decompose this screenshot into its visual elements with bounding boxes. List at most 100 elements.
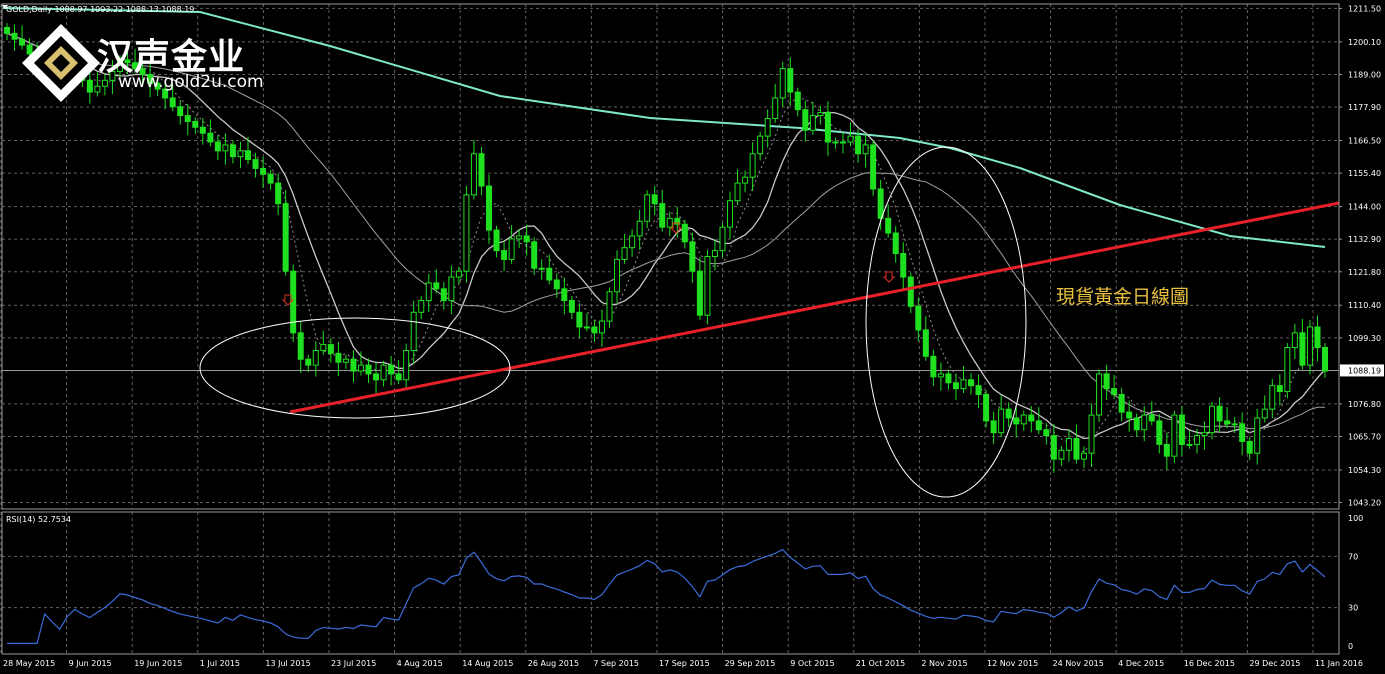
candle-body-up	[832, 141, 839, 144]
candle-body-down	[1224, 420, 1231, 425]
candle-body-down	[794, 91, 801, 111]
candle-body-down	[245, 150, 252, 161]
candle-body-down	[365, 364, 372, 375]
candle-body-down	[440, 288, 447, 302]
candle-body-down	[1118, 393, 1125, 413]
candle-body-up	[629, 235, 636, 249]
date-tick-label: 7 Sep 2015	[593, 659, 639, 668]
candle-body-down	[907, 276, 914, 307]
price-tick-label: 1211.50	[1348, 4, 1381, 13]
candle-body-down	[1133, 417, 1140, 431]
candle-body-down	[1148, 414, 1155, 422]
moving-average-dashed	[6, 32, 1326, 453]
candle-body-up	[598, 320, 605, 334]
candle-body-up	[742, 176, 749, 184]
candle-body-down	[184, 115, 191, 122]
candle-body-up	[1209, 405, 1216, 434]
candle-body-down	[478, 153, 485, 187]
candle-body-down	[260, 167, 267, 175]
candle-body-down	[192, 120, 199, 128]
rsi-tick-label: 100	[1348, 514, 1363, 523]
candle-body-down	[11, 32, 18, 40]
candle-body-down	[305, 358, 312, 366]
candle-body-down	[787, 68, 794, 93]
date-tick-label: 23 Jul 2015	[331, 659, 376, 668]
ma-dashed-line	[6, 32, 1326, 453]
candle-body-up	[772, 97, 779, 120]
candle-body-up	[1058, 449, 1065, 460]
rsi-line	[7, 548, 1326, 645]
candle-body-down	[267, 173, 274, 184]
candle-body-up	[636, 220, 643, 237]
candle-body-down	[169, 97, 176, 108]
candle-body-down	[1050, 435, 1057, 460]
candle-body-up	[538, 267, 545, 270]
candle-body-down	[561, 288, 568, 302]
date-tick-label: 9 Oct 2015	[790, 659, 834, 668]
candle-body-down	[1028, 414, 1035, 422]
candle-body-up	[418, 300, 425, 313]
candle-body-down	[1111, 388, 1118, 395]
rsi-series	[7, 548, 1326, 645]
candle-body-up	[222, 144, 229, 152]
date-tick-label: 29 Dec 2015	[1249, 659, 1300, 668]
candle-body-down	[395, 373, 402, 381]
date-tick-label: 9 Jun 2015	[69, 659, 112, 668]
candle-body-up	[1201, 432, 1208, 437]
date-tick-label: 21 Oct 2015	[856, 659, 905, 668]
candle-body-up	[448, 276, 455, 302]
candle-body-up	[749, 153, 756, 178]
candle-body-down	[659, 203, 666, 228]
candle-body-down	[952, 382, 959, 390]
candle-body-up	[1088, 414, 1095, 454]
date-tick-label: 4 Dec 2015	[1118, 659, 1164, 668]
candle-body-up	[1269, 385, 1276, 410]
date-tick-label: 14 Aug 2015	[462, 659, 513, 668]
date-tick-label: 2 Nov 2015	[921, 659, 967, 668]
candle-body-down	[252, 159, 259, 169]
date-tick-label: 19 Jun 2015	[134, 659, 182, 668]
candle-body-up	[470, 153, 477, 196]
candle-body-down	[1035, 420, 1042, 431]
candle-body-up	[1254, 417, 1261, 454]
candle-body-up	[998, 408, 1005, 434]
candle-body-down	[523, 235, 530, 243]
candle-body-down	[1126, 411, 1133, 419]
candle-body-down	[207, 132, 214, 143]
candle-body-down	[1322, 347, 1328, 372]
date-tick-label: 13 Jul 2015	[265, 659, 310, 668]
candle-body-down	[689, 241, 696, 272]
candle-body-up	[1171, 414, 1178, 457]
candle-body-down	[388, 364, 395, 375]
candle-body-down	[945, 373, 952, 384]
moving-average-short	[6, 32, 1326, 440]
candle-body-up	[101, 79, 108, 87]
candle-body-down	[1013, 417, 1020, 425]
rsi-tick-label: 30	[1348, 604, 1358, 613]
candle-body-up	[614, 258, 621, 293]
candle-body-down	[350, 358, 357, 372]
price-tick-label: 1132.90	[1348, 235, 1381, 244]
candle-body-up	[711, 250, 718, 258]
candle-body-up	[809, 115, 816, 131]
candle-body-up	[1080, 452, 1087, 460]
candle-body-up	[403, 349, 410, 381]
candle-body-up	[1020, 414, 1027, 425]
price-tick-label: 1121.80	[1348, 268, 1381, 277]
candle-body-up	[727, 200, 734, 228]
candle-body-down	[214, 141, 221, 152]
candle-body-down	[968, 379, 975, 387]
candle-body-up	[320, 344, 327, 351]
rsi-panel-frame	[1, 511, 1340, 655]
candle-body-up	[1306, 326, 1313, 366]
candle-body-down	[1005, 408, 1012, 419]
candle-body-up	[719, 226, 726, 252]
candle-body-up	[847, 135, 854, 143]
candle-body-up	[606, 291, 613, 322]
candle-body-down	[177, 106, 184, 117]
candle-body-down	[297, 332, 304, 360]
candle-body-down	[892, 232, 899, 255]
candle-body-up	[666, 217, 673, 228]
date-tick-label: 17 Sep 2015	[659, 659, 710, 668]
date-tick-label: 16 Dec 2015	[1184, 659, 1235, 668]
